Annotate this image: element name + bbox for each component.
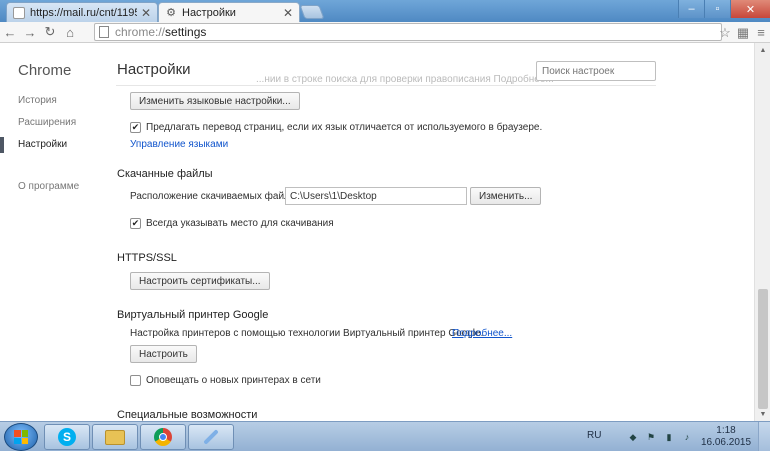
sidebar-brand: Chrome (18, 62, 72, 79)
extension-icon[interactable]: ▦ (734, 23, 752, 43)
close-icon[interactable]: ✕ (141, 6, 151, 20)
skype-icon: S (58, 428, 76, 446)
change-location-button[interactable]: Изменить... (470, 187, 542, 205)
pen-icon (203, 429, 219, 445)
cloud-print-description: Настройка принтеров с помощью технологии… (130, 328, 484, 339)
taskbar-app[interactable] (188, 424, 234, 450)
close-window-button[interactable]: ✕ (730, 0, 770, 18)
tray-app-icon[interactable]: ◆ (628, 432, 638, 442)
tab-mail[interactable]: https://mail.ru/cnt/119569 ✕ (6, 2, 158, 22)
notify-printers-checkbox[interactable] (130, 375, 141, 386)
taskbar-chrome[interactable] (140, 424, 186, 450)
gear-icon: ⚙ (166, 7, 176, 19)
header-divider (116, 85, 656, 86)
search-input[interactable] (536, 61, 656, 81)
url-scheme: chrome:// (115, 25, 166, 39)
volume-icon[interactable]: ♪ (682, 432, 692, 442)
clock-date: 16.06.2015 (700, 437, 752, 448)
new-tab-button[interactable] (299, 5, 325, 19)
page-icon (13, 6, 25, 19)
sidebar-item-extensions[interactable]: Расширения (18, 117, 76, 128)
toolbar-right: ☆ ▦ ≡ (716, 22, 770, 43)
sidebar-item-history[interactable]: История (18, 95, 57, 106)
taskbar-explorer[interactable] (92, 424, 138, 450)
page-title: Настройки (117, 61, 191, 78)
translate-checkbox-label: Предлагать перевод страниц, если их язык… (146, 122, 543, 133)
window-controls: – ▫ ✕ (678, 0, 770, 18)
taskbar-skype[interactable]: S (44, 424, 90, 450)
tray-flag-icon[interactable]: ⚑ (646, 432, 656, 442)
downloads-heading: Скачанные файлы (117, 168, 213, 180)
home-icon[interactable]: ⌂ (60, 22, 80, 42)
network-icon[interactable]: ▮ (664, 432, 674, 442)
sidebar-item-settings[interactable]: Настройки (18, 139, 67, 150)
translate-checkbox[interactable]: ✔ (130, 122, 141, 133)
https-heading: HTTPS/SSL (117, 252, 177, 264)
clock-time: 1:18 (716, 425, 736, 436)
maximize-button[interactable]: ▫ (704, 0, 730, 18)
reload-icon[interactable]: ↻ (40, 22, 60, 42)
back-arrow-icon[interactable]: ← (0, 22, 20, 42)
tab-strip: https://mail.ru/cnt/119569 ✕ ⚙ Настройки… (0, 0, 770, 22)
tab-label: Настройки (182, 6, 236, 19)
ask-location-checkbox-label: Всегда указывать место для скачивания (146, 218, 334, 229)
close-icon[interactable]: ✕ (283, 6, 293, 20)
forward-arrow-icon[interactable]: → (20, 22, 40, 42)
start-button[interactable] (4, 423, 38, 451)
sidebar-item-about[interactable]: О программе (18, 181, 79, 192)
scroll-up-icon[interactable]: ▲ (755, 43, 770, 57)
chrome-icon (154, 428, 172, 446)
show-desktop-button[interactable] (758, 422, 770, 451)
notify-printers-checkbox-label: Оповещать о новых принтерах в сети (146, 375, 321, 386)
manage-languages-link[interactable]: Управление языками (130, 139, 228, 150)
scrolled-text: ...нии в строке поиска для проверки прав… (256, 74, 554, 85)
minimize-button[interactable]: – (678, 0, 704, 18)
system-clock[interactable]: 1:18 16.06.2015 (700, 425, 752, 449)
scroll-down-icon[interactable]: ▼ (755, 407, 770, 421)
page-scrollbar[interactable]: ▲ ▼ (754, 43, 770, 421)
windows-taskbar: S RU ◆ ⚑ ▮ ♪ 1:18 16.06.2015 (0, 421, 770, 451)
cloud-print-heading: Виртуальный принтер Google (117, 309, 269, 321)
manage-certificates-button[interactable]: Настроить сертификаты... (130, 272, 270, 290)
windows-logo-icon (14, 430, 28, 444)
folder-icon (105, 429, 125, 445)
download-location-field[interactable]: C:\Users\1\Desktop (285, 187, 467, 205)
scroll-thumb[interactable] (758, 289, 768, 409)
download-location-label: Расположение скачиваемых файлов: (130, 191, 304, 202)
tab-label: https://mail.ru/cnt/119569 (30, 6, 137, 19)
address-bar[interactable]: chrome://settings (94, 23, 722, 41)
settings-sidebar: Chrome История Расширения Настройки О пр… (0, 43, 96, 421)
active-indicator (0, 137, 4, 153)
accessibility-heading: Специальные возможности (117, 409, 258, 421)
ask-location-checkbox[interactable]: ✔ (130, 218, 141, 229)
browser-toolbar: ← → ↻ ⌂ chrome://settings ☆ ▦ ≡ (0, 22, 770, 43)
language-indicator[interactable]: RU (587, 430, 601, 441)
settings-main: ...нии в строке поиска для проверки прав… (96, 43, 754, 421)
star-icon[interactable]: ☆ (716, 23, 734, 43)
change-language-settings-button[interactable]: Изменить языковые настройки... (130, 92, 300, 110)
menu-icon[interactable]: ≡ (752, 23, 770, 43)
cloud-print-more-link[interactable]: Подробнее... (452, 328, 512, 339)
cloud-print-setup-button[interactable]: Настроить (130, 345, 197, 363)
page-icon (99, 26, 109, 38)
tab-settings[interactable]: ⚙ Настройки ✕ (158, 2, 300, 22)
url-host: settings (165, 25, 207, 39)
